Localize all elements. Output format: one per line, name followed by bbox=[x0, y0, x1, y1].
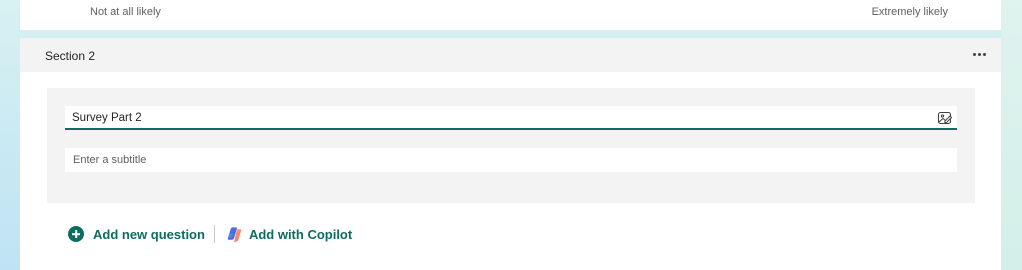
section-title-input-value: Survey Part 2 bbox=[72, 112, 142, 124]
more-horizontal-icon-dot bbox=[977, 52, 981, 56]
more-horizontal-icon-dot bbox=[982, 52, 986, 56]
page-right-margin bbox=[1001, 0, 1022, 270]
previous-question-card: Not at all likely Extremely likely bbox=[20, 0, 1001, 30]
image-insert-icon[interactable] bbox=[937, 110, 953, 126]
section-actions: Add new question Add with Copilot bbox=[68, 224, 352, 244]
add-with-copilot-label: Add with Copilot bbox=[248, 226, 353, 242]
scale-low-label: Not at all likely bbox=[90, 6, 161, 18]
action-divider bbox=[213, 225, 215, 243]
scale-high-label: Extremely likely bbox=[871, 6, 948, 18]
plus-circle-icon bbox=[68, 226, 84, 242]
copilot-icon bbox=[227, 226, 242, 242]
more-horizontal-icon bbox=[972, 52, 976, 56]
section-header: Section 2 bbox=[20, 38, 1001, 72]
section-title: Section 2 bbox=[45, 49, 96, 63]
section-card: Section 2 Survey Part 2 Enter a subtitle… bbox=[20, 38, 1001, 270]
add-new-question-label: Add new question bbox=[93, 226, 205, 242]
add-with-copilot-button[interactable]: Add with Copilot bbox=[226, 226, 352, 243]
subtitle-placeholder: Enter a subtitle bbox=[73, 154, 147, 166]
section-title-input[interactable]: Survey Part 2 bbox=[65, 106, 957, 130]
section-title-editor: Survey Part 2 Enter a subtitle bbox=[47, 88, 975, 203]
add-new-question-button[interactable]: Add new question bbox=[68, 226, 205, 242]
more-options-button[interactable] bbox=[967, 44, 991, 64]
section-subtitle-input[interactable]: Enter a subtitle bbox=[65, 148, 957, 172]
